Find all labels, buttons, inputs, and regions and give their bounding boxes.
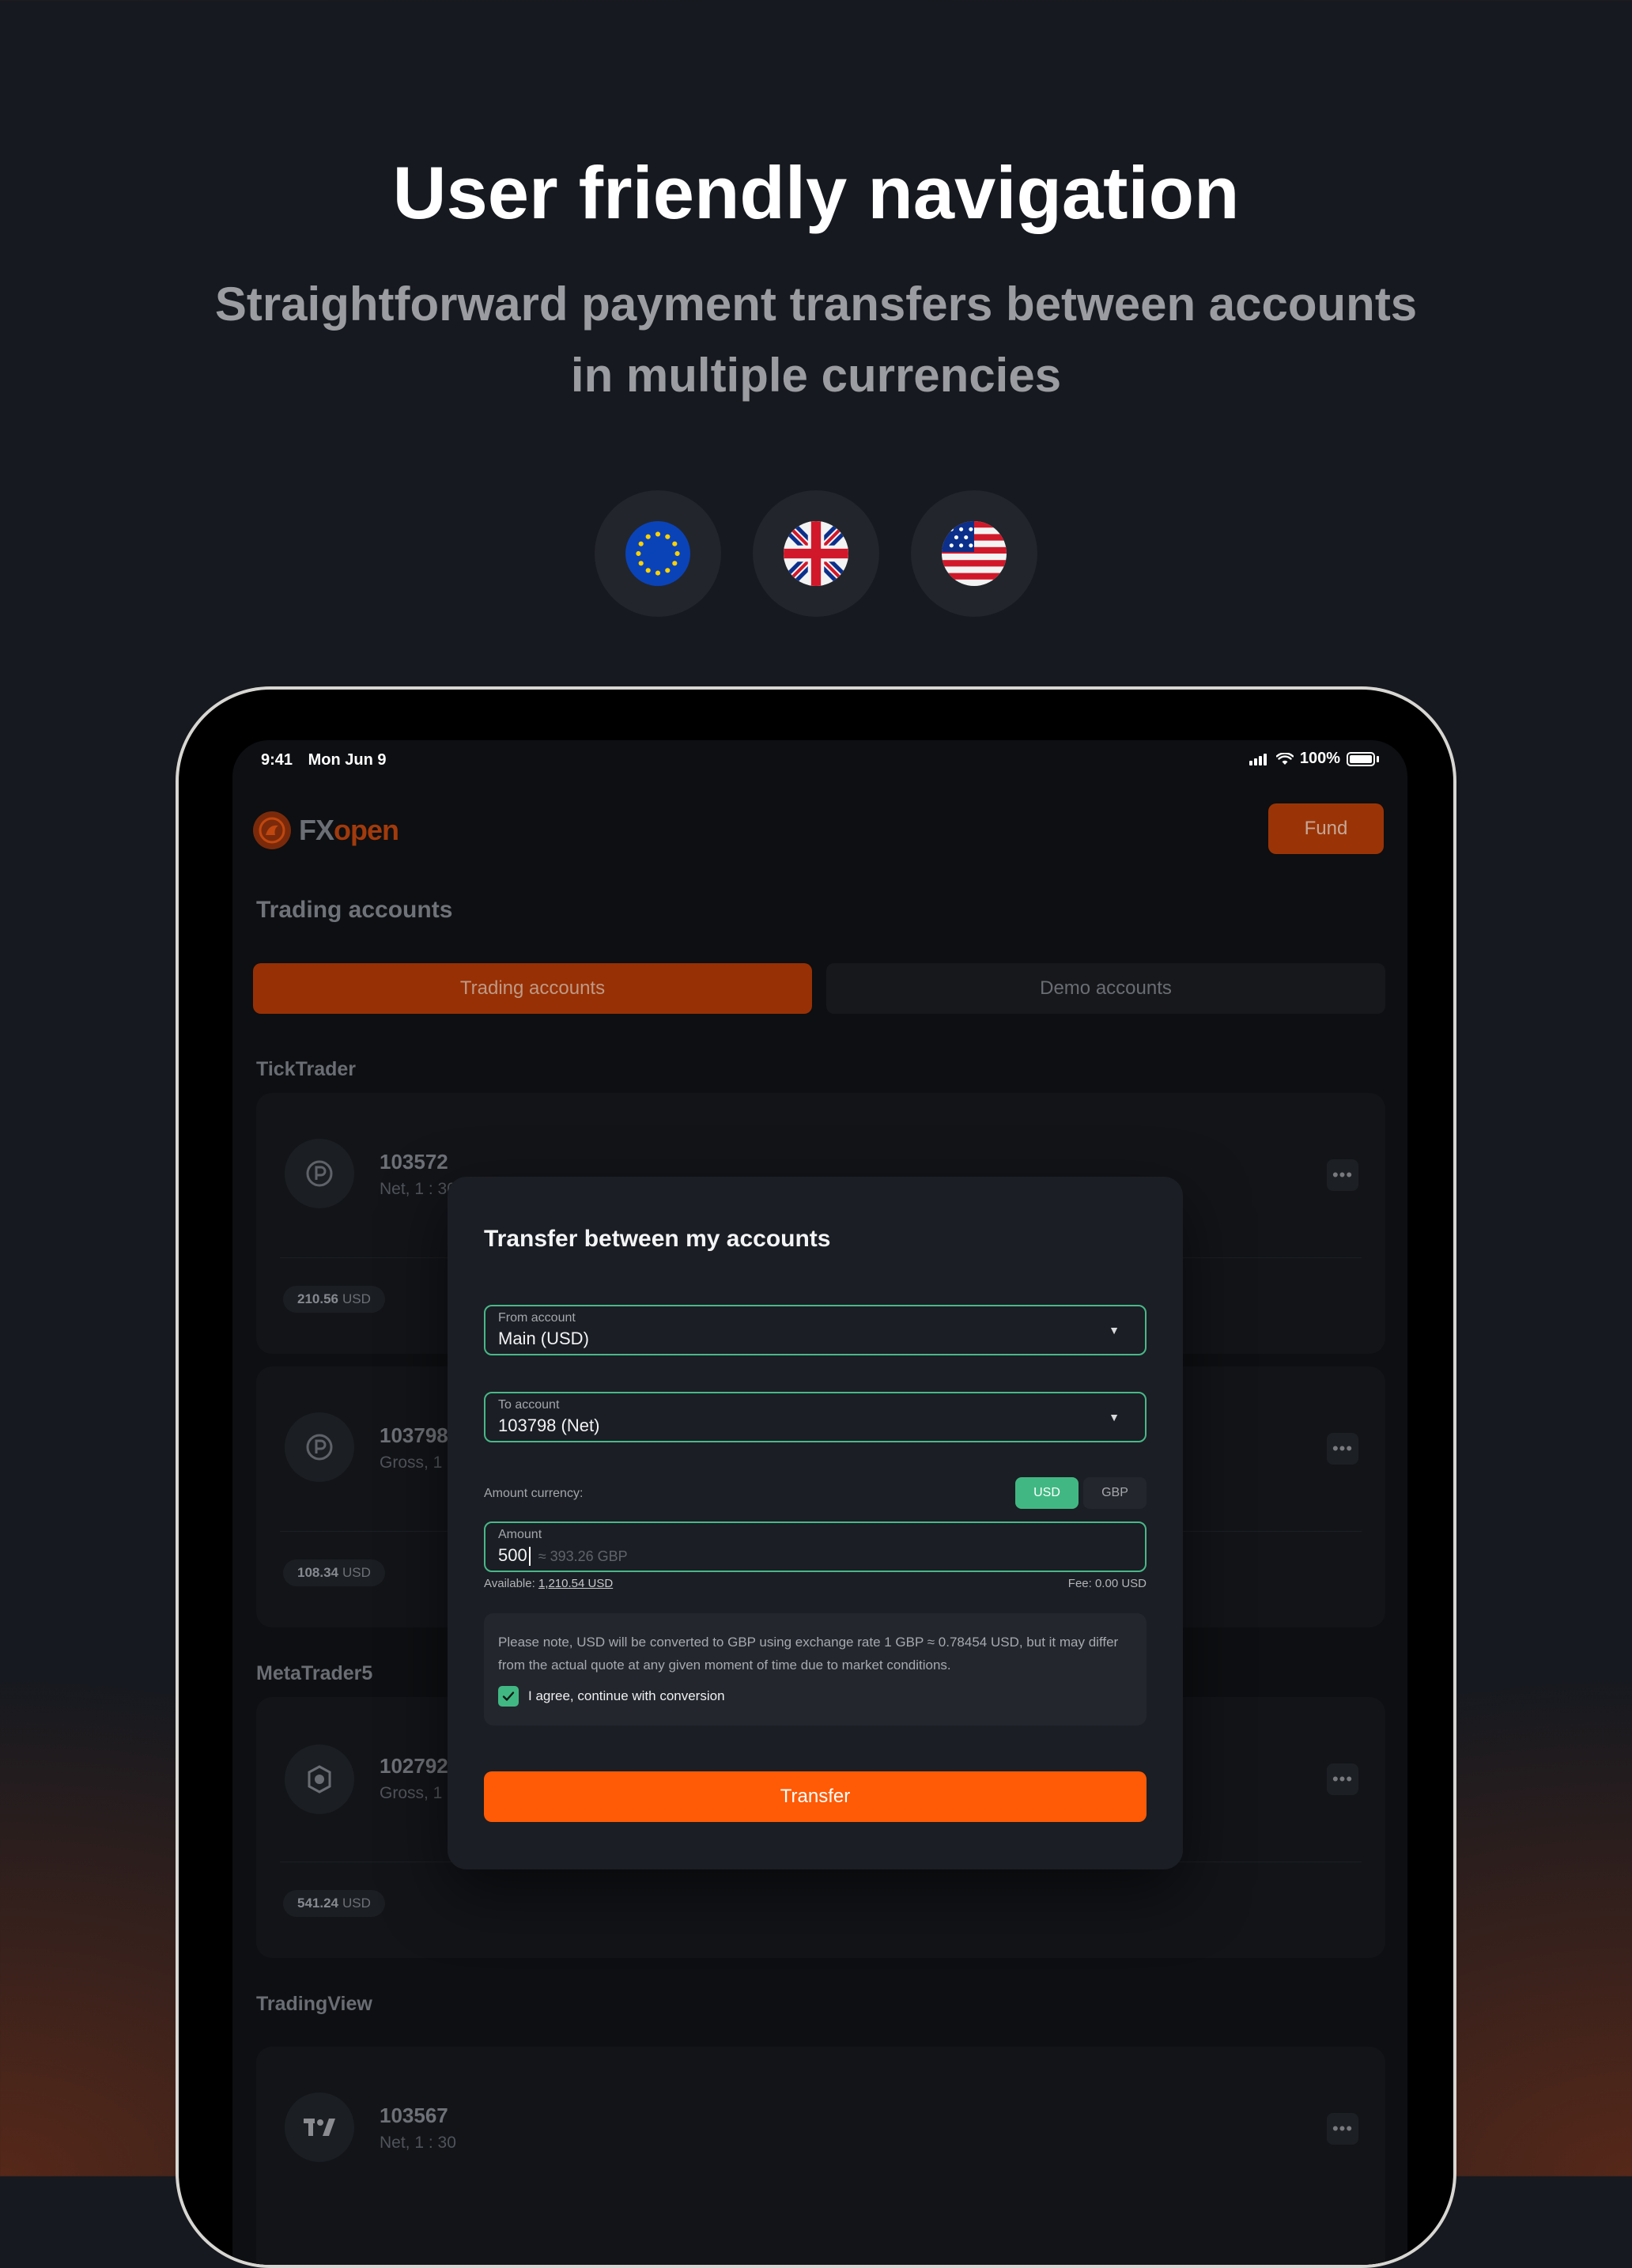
tradingview-icon	[285, 2092, 354, 2162]
hero-title: User friendly navigation	[392, 151, 1240, 234]
more-options-icon[interactable]: •••	[1327, 1433, 1358, 1465]
eu-flag-badge	[595, 490, 721, 617]
section-label-metatrader5: MetaTrader5	[256, 1662, 373, 1684]
more-options-icon[interactable]: •••	[1327, 2113, 1358, 2145]
balance-value: 210.56	[297, 1291, 338, 1306]
balance-currency: USD	[342, 1291, 371, 1306]
agree-checkbox[interactable]	[498, 1686, 519, 1707]
status-bar-left: 9:41 Mon Jun 9	[261, 751, 397, 769]
balance-value: 541.24	[297, 1896, 338, 1911]
chevron-down-icon: ▼	[1109, 1324, 1120, 1336]
balance-value: 108.34	[297, 1565, 338, 1580]
hero-subtitle-line-2: in multiple currencies	[570, 349, 1062, 402]
tab-trading-accounts[interactable]: Trading accounts	[253, 963, 812, 1014]
amount-currency-label: Amount currency:	[484, 1487, 584, 1500]
currency-toggle: USD GBP	[1015, 1477, 1147, 1509]
battery-icon	[1347, 751, 1375, 766]
account-number: 102792	[380, 1754, 448, 1778]
page-title: Trading accounts	[256, 897, 453, 923]
status-bar: 9:41 Mon Jun 9 100%	[232, 740, 1407, 778]
us-flag-icon	[942, 521, 1007, 586]
more-options-icon[interactable]: •••	[1327, 1159, 1358, 1191]
to-account-label: To account	[498, 1398, 560, 1412]
balance-currency: USD	[342, 1565, 371, 1580]
status-time: 9:41	[261, 751, 293, 769]
metatrader-icon	[285, 1744, 354, 1814]
account-card[interactable]: 103567 Net, 1 : 30 •••	[256, 2047, 1385, 2265]
uk-flag-badge	[753, 490, 879, 617]
logo-fx: FX	[299, 814, 334, 846]
eu-flag-icon	[625, 521, 690, 586]
text-cursor	[528, 1547, 531, 1567]
fund-button[interactable]: Fund	[1268, 803, 1384, 854]
account-number: 103567	[380, 2104, 448, 2127]
balance-currency: USD	[342, 1896, 371, 1911]
wifi-icon	[1275, 752, 1294, 765]
section-label-tradingview: TradingView	[256, 1993, 372, 2015]
dragon-logo-icon	[253, 811, 291, 849]
from-account-label: From account	[498, 1311, 576, 1325]
battery-percent: 100%	[1299, 750, 1340, 767]
available-label: Available:	[484, 1577, 535, 1590]
agree-label: I agree, continue with conversion	[528, 1688, 725, 1703]
ticktrader-icon	[285, 1412, 354, 1482]
account-tabs: Trading accounts Demo accounts	[253, 963, 1385, 1014]
to-account-select[interactable]: To account 103798 (Net) ▼	[484, 1392, 1147, 1442]
conversion-note-text: Please note, USD will be converted to GB…	[498, 1635, 1119, 1673]
agree-checkbox-row[interactable]: I agree, continue with conversion	[498, 1686, 725, 1707]
currency-flags	[0, 490, 1632, 617]
battery-nub	[1377, 755, 1379, 762]
amount-value: 500	[498, 1545, 527, 1565]
more-options-icon[interactable]: •••	[1327, 1763, 1358, 1795]
available-balance: Available: 1,210.54 USD	[484, 1577, 613, 1590]
amount-input[interactable]: Amount 500 ≈ 393.26 GBP	[484, 1521, 1147, 1572]
logo-wordmark: FXopen	[299, 814, 399, 847]
us-flag-badge	[911, 490, 1037, 617]
hero-subtitle: Straightforward payment transfers betwee…	[183, 269, 1449, 411]
amount-label: Amount	[498, 1528, 542, 1541]
available-value[interactable]: 1,210.54 USD	[538, 1577, 613, 1590]
balance-badge: 210.56 USD	[283, 1286, 385, 1313]
cellular-signal-icon	[1249, 753, 1267, 765]
transfer-button[interactable]: Transfer	[484, 1771, 1147, 1822]
modal-title: Transfer between my accounts	[484, 1226, 831, 1252]
from-account-value: Main (USD)	[498, 1329, 589, 1348]
uk-flag-icon	[784, 521, 848, 586]
account-meta: Net, 1 : 30	[380, 2134, 456, 2152]
amount-approx: ≈ 393.26 GBP	[538, 1548, 628, 1564]
currency-usd-button[interactable]: USD	[1015, 1477, 1079, 1509]
tab-demo-accounts[interactable]: Demo accounts	[826, 963, 1385, 1014]
conversion-note: Please note, USD will be converted to GB…	[484, 1613, 1147, 1726]
transfer-modal: Transfer between my accounts From accoun…	[448, 1177, 1183, 1869]
status-date: Mon Jun 9	[308, 751, 387, 769]
account-meta: Net, 1 : 30	[380, 1180, 456, 1198]
chevron-down-icon: ▼	[1109, 1411, 1120, 1423]
account-number: 103572	[380, 1150, 448, 1174]
balance-badge: 541.24 USD	[283, 1890, 385, 1917]
fxopen-logo[interactable]: FXopen	[253, 811, 399, 849]
fee-text: Fee: 0.00 USD	[1067, 1577, 1147, 1590]
amount-value-row: 500 ≈ 393.26 GBP	[498, 1545, 628, 1567]
status-bar-right: 100%	[1249, 750, 1379, 768]
from-account-select[interactable]: From account Main (USD) ▼	[484, 1305, 1147, 1355]
account-number: 103798	[380, 1423, 448, 1447]
app-header: FXopen Fund	[232, 803, 1407, 859]
checkmark-icon	[502, 1692, 515, 1701]
hero-subtitle-line-1: Straightforward payment transfers betwee…	[214, 278, 1418, 331]
to-account-value: 103798 (Net)	[498, 1416, 600, 1435]
section-label-ticktrader: TickTrader	[256, 1058, 357, 1080]
balance-badge: 108.34 USD	[283, 1559, 385, 1586]
ticktrader-icon	[285, 1139, 354, 1208]
logo-open: open	[334, 814, 399, 846]
currency-gbp-button[interactable]: GBP	[1083, 1477, 1147, 1509]
